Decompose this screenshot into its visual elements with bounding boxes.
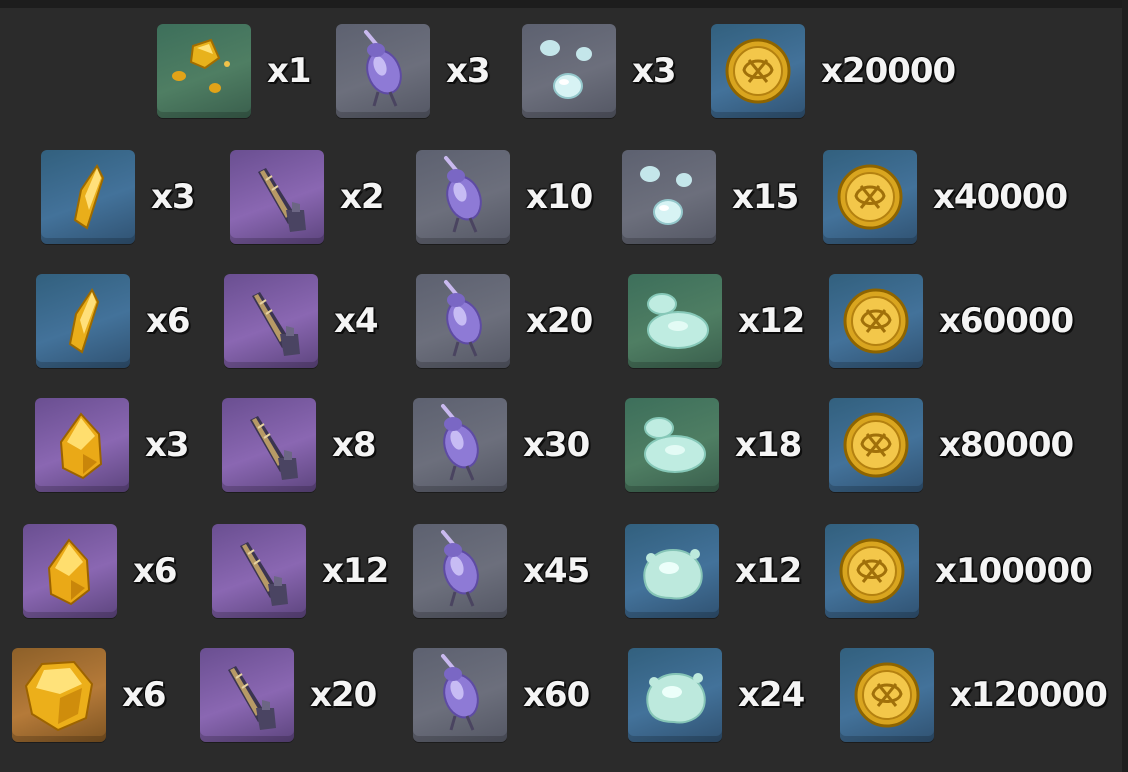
material-quantity: x3: [145, 425, 190, 465]
material-quantity: x3: [151, 177, 196, 217]
beetle-icon[interactable]: [413, 648, 507, 742]
gold-sliver-icon[interactable]: [36, 274, 130, 368]
gold-sliver-icon[interactable]: [41, 150, 135, 244]
material-quantity: x45: [523, 551, 590, 591]
beetle-icon[interactable]: [413, 524, 507, 618]
beetle-icon[interactable]: [416, 274, 510, 368]
beetle-icon[interactable]: [336, 24, 430, 118]
material-quantity: x120000: [950, 675, 1108, 715]
reward-row: x3 x2 x10 x15 x40000: [0, 150, 1128, 246]
drill-icon[interactable]: [200, 648, 294, 742]
mora-coin-icon[interactable]: [840, 648, 934, 742]
drill-icon[interactable]: [222, 398, 316, 492]
beetle-icon[interactable]: [416, 150, 510, 244]
material-quantity: x60: [523, 675, 590, 715]
material-quantity: x100000: [935, 551, 1093, 591]
beetle-icon[interactable]: [413, 398, 507, 492]
material-quantity: x3: [632, 51, 677, 91]
material-quantity: x12: [738, 301, 805, 341]
drill-icon[interactable]: [212, 524, 306, 618]
slime-puddle-icon[interactable]: [628, 274, 722, 368]
slime-blob-icon[interactable]: [625, 524, 719, 618]
mora-coin-icon[interactable]: [825, 524, 919, 618]
mora-coin-icon[interactable]: [829, 398, 923, 492]
material-quantity: x80000: [939, 425, 1074, 465]
gold-gem-icon[interactable]: [12, 648, 106, 742]
mora-coin-icon[interactable]: [829, 274, 923, 368]
material-quantity: x15: [732, 177, 799, 217]
material-quantity: x1: [267, 51, 312, 91]
material-quantity: x20: [526, 301, 593, 341]
slime-puddle-icon[interactable]: [625, 398, 719, 492]
material-quantity: x30: [523, 425, 590, 465]
material-quantity: x20000: [821, 51, 956, 91]
slime-blob-icon[interactable]: [628, 648, 722, 742]
material-grid: x1 x3 x3 x20000 x3 x2 x10 x15 x40000 x6 …: [0, 0, 1128, 772]
material-quantity: x3: [446, 51, 491, 91]
mora-coin-icon[interactable]: [823, 150, 917, 244]
gold-shards-icon[interactable]: [157, 24, 251, 118]
slime-drops-icon[interactable]: [522, 24, 616, 118]
reward-row: x6 x4 x20 x12 x60000: [0, 274, 1128, 370]
gold-chunk-icon[interactable]: [23, 524, 117, 618]
drill-icon[interactable]: [230, 150, 324, 244]
material-quantity: x4: [334, 301, 379, 341]
material-quantity: x8: [332, 425, 377, 465]
material-quantity: x20: [310, 675, 377, 715]
material-quantity: x40000: [933, 177, 1068, 217]
material-quantity: x6: [146, 301, 191, 341]
material-quantity: x6: [133, 551, 178, 591]
slime-drops-icon[interactable]: [622, 150, 716, 244]
material-quantity: x6: [122, 675, 167, 715]
material-quantity: x10: [526, 177, 593, 217]
gold-chunk-icon[interactable]: [35, 398, 129, 492]
drill-icon[interactable]: [224, 274, 318, 368]
material-quantity: x24: [738, 675, 805, 715]
reward-row: x1 x3 x3 x20000: [0, 24, 1128, 120]
reward-row: x6 x20 x60 x24 x120000: [0, 648, 1128, 744]
reward-row: x3 x8 x30 x18 x80000: [0, 398, 1128, 494]
reward-row: x6 x12 x45 x12 x100000: [0, 524, 1128, 620]
mora-coin-icon[interactable]: [711, 24, 805, 118]
material-quantity: x2: [340, 177, 385, 217]
material-quantity: x12: [735, 551, 802, 591]
material-quantity: x12: [322, 551, 389, 591]
material-quantity: x60000: [939, 301, 1074, 341]
material-quantity: x18: [735, 425, 802, 465]
